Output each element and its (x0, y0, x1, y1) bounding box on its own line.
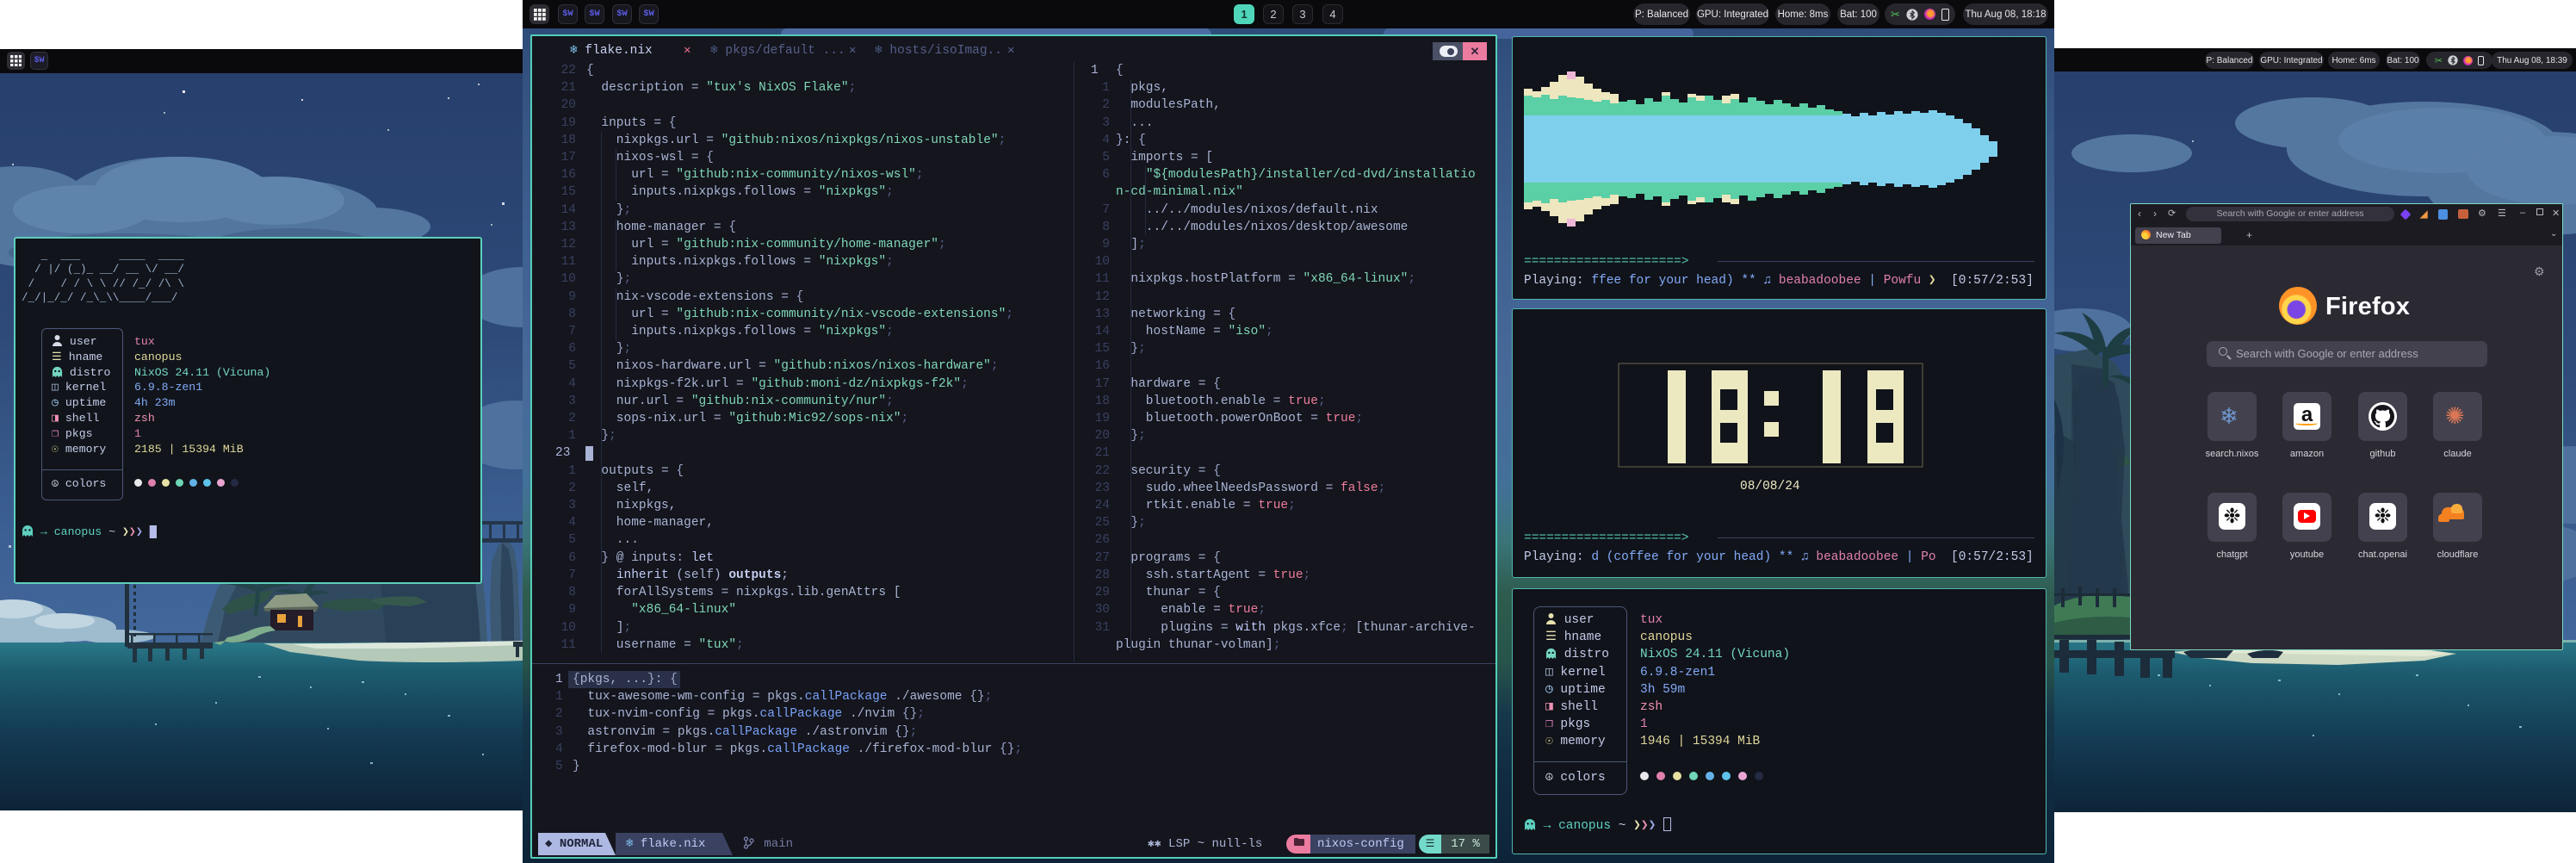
svg-text:08/08/24: 08/08/24 (1740, 480, 1800, 494)
